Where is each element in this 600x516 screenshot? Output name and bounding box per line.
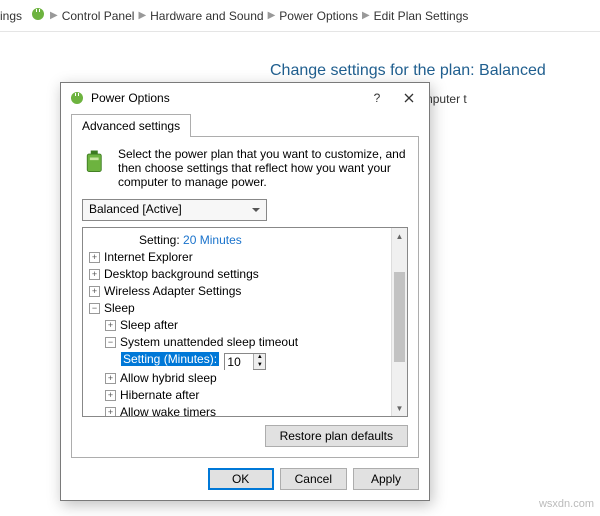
setting-label: Setting: [139,233,180,247]
tree-node-wake-timers[interactable]: Allow wake timers [120,405,216,417]
tab-row: Advanced settings [61,113,429,136]
setting-value-link[interactable]: 20 Minutes [183,233,242,247]
scroll-up-icon[interactable]: ▲ [392,228,407,244]
power-options-dialog: Power Options ? Advanced settings Select… [60,82,430,501]
restore-defaults-button[interactable]: Restore plan defaults [265,425,408,447]
help-button[interactable]: ? [361,87,393,109]
breadcrumb-item[interactable]: Control Panel [62,9,135,23]
expand-icon[interactable]: + [89,269,100,280]
close-icon [404,93,414,103]
button-label: Cancel [295,472,332,486]
breadcrumb-item[interactable]: Edit Plan Settings [374,9,469,23]
select-value: Balanced [Active] [89,202,182,216]
tab-label: Advanced settings [82,119,180,133]
power-options-icon [69,90,85,106]
tree-node-unattended-sleep[interactable]: System unattended sleep timeout [120,335,298,349]
chevron-right-icon: ▶ [136,10,148,21]
tree-node-wireless-adapter[interactable]: Wireless Adapter Settings [104,284,241,298]
expand-icon[interactable]: + [105,320,116,331]
breadcrumb[interactable]: ings ▶ Control Panel ▶ Hardware and Soun… [0,0,600,32]
dialog-title: Power Options [91,91,361,105]
setting-minutes-input[interactable] [225,355,253,370]
setting-minutes-label[interactable]: Setting (Minutes): [121,352,219,366]
tree-node-internet-explorer[interactable]: Internet Explorer [104,250,193,264]
chevron-right-icon: ▶ [360,10,372,21]
expand-icon[interactable]: + [105,390,116,401]
button-label: Restore plan defaults [280,429,393,443]
scroll-down-icon[interactable]: ▼ [392,400,407,416]
setting-minutes-spinner[interactable]: ▲ ▼ [224,353,266,370]
page-title: Change settings for the plan: Balanced [270,62,580,80]
breadcrumb-item[interactable]: Hardware and Sound [150,9,263,23]
watermark: wsxdn.com [539,498,594,510]
cancel-button[interactable]: Cancel [280,468,347,490]
dialog-button-row: OK Cancel Apply [61,468,429,500]
expand-icon[interactable]: + [89,252,100,263]
expand-icon[interactable]: + [105,407,116,417]
power-plug-icon [30,6,46,25]
breadcrumb-item[interactable]: Power Options [279,9,358,23]
tree-node-hibernate-after[interactable]: Hibernate after [120,388,199,402]
spinner-down-icon[interactable]: ▼ [253,362,265,370]
expand-icon[interactable]: + [89,286,100,297]
dialog-intro-text: Select the power plan that you want to c… [118,147,408,189]
button-label: OK [232,472,249,486]
apply-button[interactable]: Apply [353,468,419,490]
collapse-icon[interactable]: − [105,337,116,348]
tab-content: Select the power plan that you want to c… [71,136,419,458]
battery-icon [82,147,110,189]
tree-scrollbar[interactable]: ▲ ▼ [391,228,407,416]
expand-icon[interactable]: + [105,373,116,384]
button-label: Apply [371,472,401,486]
tab-advanced-settings[interactable]: Advanced settings [71,114,191,137]
chevron-right-icon: ▶ [48,10,60,21]
spinner-up-icon[interactable]: ▲ [253,354,265,362]
collapse-icon[interactable]: − [89,303,100,314]
power-plan-select[interactable]: Balanced [Active] [82,199,267,221]
tree-node-sleep-after[interactable]: Sleep after [120,318,178,332]
tree-node-hybrid-sleep[interactable]: Allow hybrid sleep [120,371,217,385]
breadcrumb-prefix: ings [0,9,22,23]
tree-node-desktop-background[interactable]: Desktop background settings [104,267,259,281]
titlebar[interactable]: Power Options ? [61,83,429,113]
ok-button[interactable]: OK [208,468,274,490]
chevron-right-icon: ▶ [266,10,278,21]
settings-tree: Setting: 20 Minutes + Internet Explorer +… [82,227,408,417]
scroll-thumb[interactable] [394,272,405,362]
tree-node-sleep[interactable]: Sleep [104,301,135,315]
close-button[interactable] [393,87,425,109]
